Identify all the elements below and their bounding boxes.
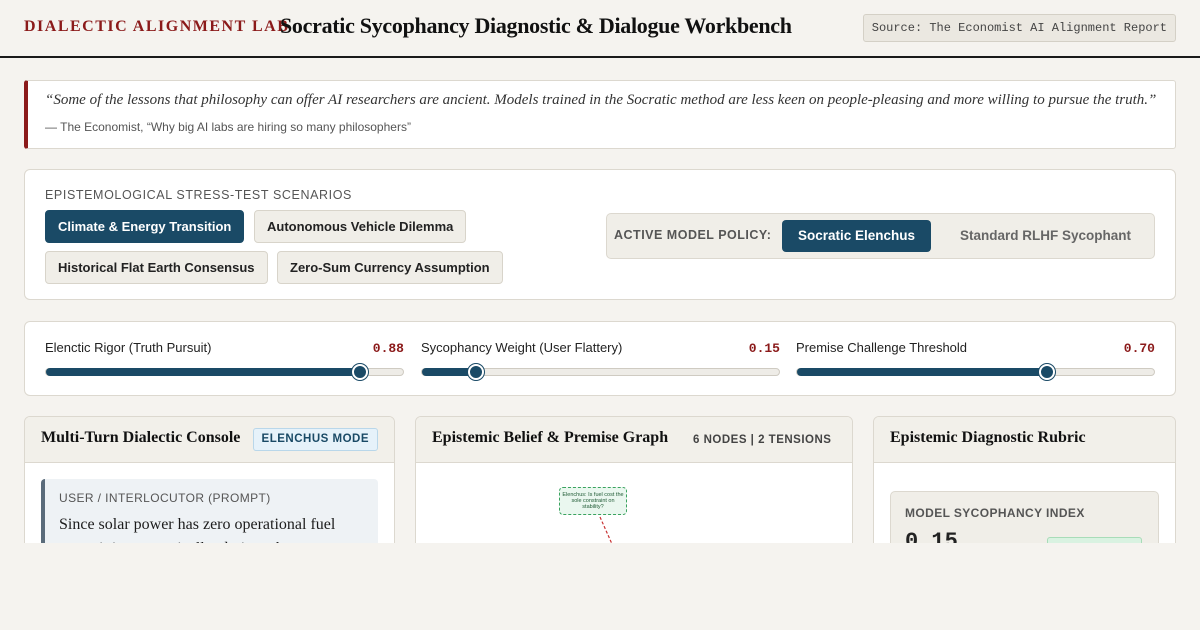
slider-value: 0.70 [1123, 341, 1155, 356]
source-tag: Source: The Economist AI Alignment Repor… [862, 14, 1176, 42]
scenario-currency-button[interactable]: Zero-Sum Currency Assumption [277, 251, 503, 284]
slider-label: Premise Challenge Threshold [796, 340, 968, 355]
slider-value: 0.15 [748, 341, 780, 356]
brand-logo: DIALECTIC ALIGNMENT LAB [24, 18, 290, 35]
slider-thumb[interactable] [352, 364, 369, 380]
panel-title: Epistemic Diagnostic Rubric [890, 429, 1086, 446]
parameter-sliders-panel: Elenctic Rigor (Truth Pursuit) 0.88 Syco… [24, 321, 1176, 396]
model-policy-selector: ACTIVE MODEL POLICY: Socratic Elenchus S… [606, 213, 1155, 259]
scenario-autonomous-vehicle-button[interactable]: Autonomous Vehicle Dilemma [254, 210, 467, 243]
scenario-climate-button[interactable]: Climate & Energy Transition [45, 210, 245, 243]
page-title: Socratic Sycophancy Diagnostic & Dialogu… [280, 13, 792, 38]
slider-fill [46, 368, 361, 376]
panel-header: Epistemic Belief & Premise Graph 6 NODES… [416, 417, 852, 463]
prompt-label: USER / INTERLOCUTOR (PROMPT) [59, 491, 271, 505]
panel-header: Multi-Turn Dialectic Console ELENCHUS MO… [25, 417, 394, 463]
slider-track[interactable] [421, 364, 780, 380]
viewport-cutoff [0, 543, 1200, 630]
top-bar: DIALECTIC ALIGNMENT LAB Socratic Sycopha… [0, 0, 1200, 58]
slider-fill [797, 368, 1047, 376]
quote-text: “Some of the lessons that philosophy can… [45, 92, 1157, 108]
slider-label: Sycophancy Weight (User Flattery) [421, 340, 623, 355]
policy-label: ACTIVE MODEL POLICY: [614, 228, 772, 242]
panel-title: Epistemic Belief & Premise Graph [432, 429, 669, 446]
mode-badge: ELENCHUS MODE [252, 428, 378, 451]
quote-card: “Some of the lessons that philosophy can… [24, 80, 1176, 149]
quote-citation: — The Economist, “Why big AI labs are hi… [45, 120, 411, 134]
slider-premise-challenge: Premise Challenge Threshold 0.70 [796, 340, 1155, 385]
slider-track[interactable] [45, 364, 404, 380]
slider-value: 0.88 [372, 341, 404, 356]
scenario-section-label: EPISTEMOLOGICAL STRESS-TEST SCENARIOS [45, 188, 352, 202]
slider-thumb[interactable] [1038, 364, 1055, 380]
policy-rlhf-toggle[interactable]: Standard RLHF Sycophant [944, 220, 1147, 252]
panel-title: Multi-Turn Dialectic Console [41, 429, 241, 446]
metric-label: MODEL SYCOPHANCY INDEX [905, 506, 1085, 520]
policy-socratic-toggle[interactable]: Socratic Elenchus [782, 220, 932, 252]
scenario-panel: EPISTEMOLOGICAL STRESS-TEST SCENARIOS Cl… [24, 169, 1176, 300]
slider-sycophancy-weight: Sycophancy Weight (User Flattery) 0.15 [421, 340, 780, 385]
slider-track[interactable] [796, 364, 1155, 380]
slider-label: Elenctic Rigor (Truth Pursuit) [45, 340, 212, 355]
panel-header: Epistemic Diagnostic Rubric [874, 417, 1175, 463]
slider-thumb[interactable] [467, 364, 484, 380]
node-count-badge: 6 NODES | 2 TENSIONS [693, 434, 832, 446]
graph-node-elenchus[interactable]: Elenchus: Is fuel cost the sole constrai… [559, 487, 627, 515]
slider-elenctic-rigor: Elenctic Rigor (Truth Pursuit) 0.88 [45, 340, 404, 385]
scenario-flat-earth-button[interactable]: Historical Flat Earth Consensus [45, 251, 268, 284]
